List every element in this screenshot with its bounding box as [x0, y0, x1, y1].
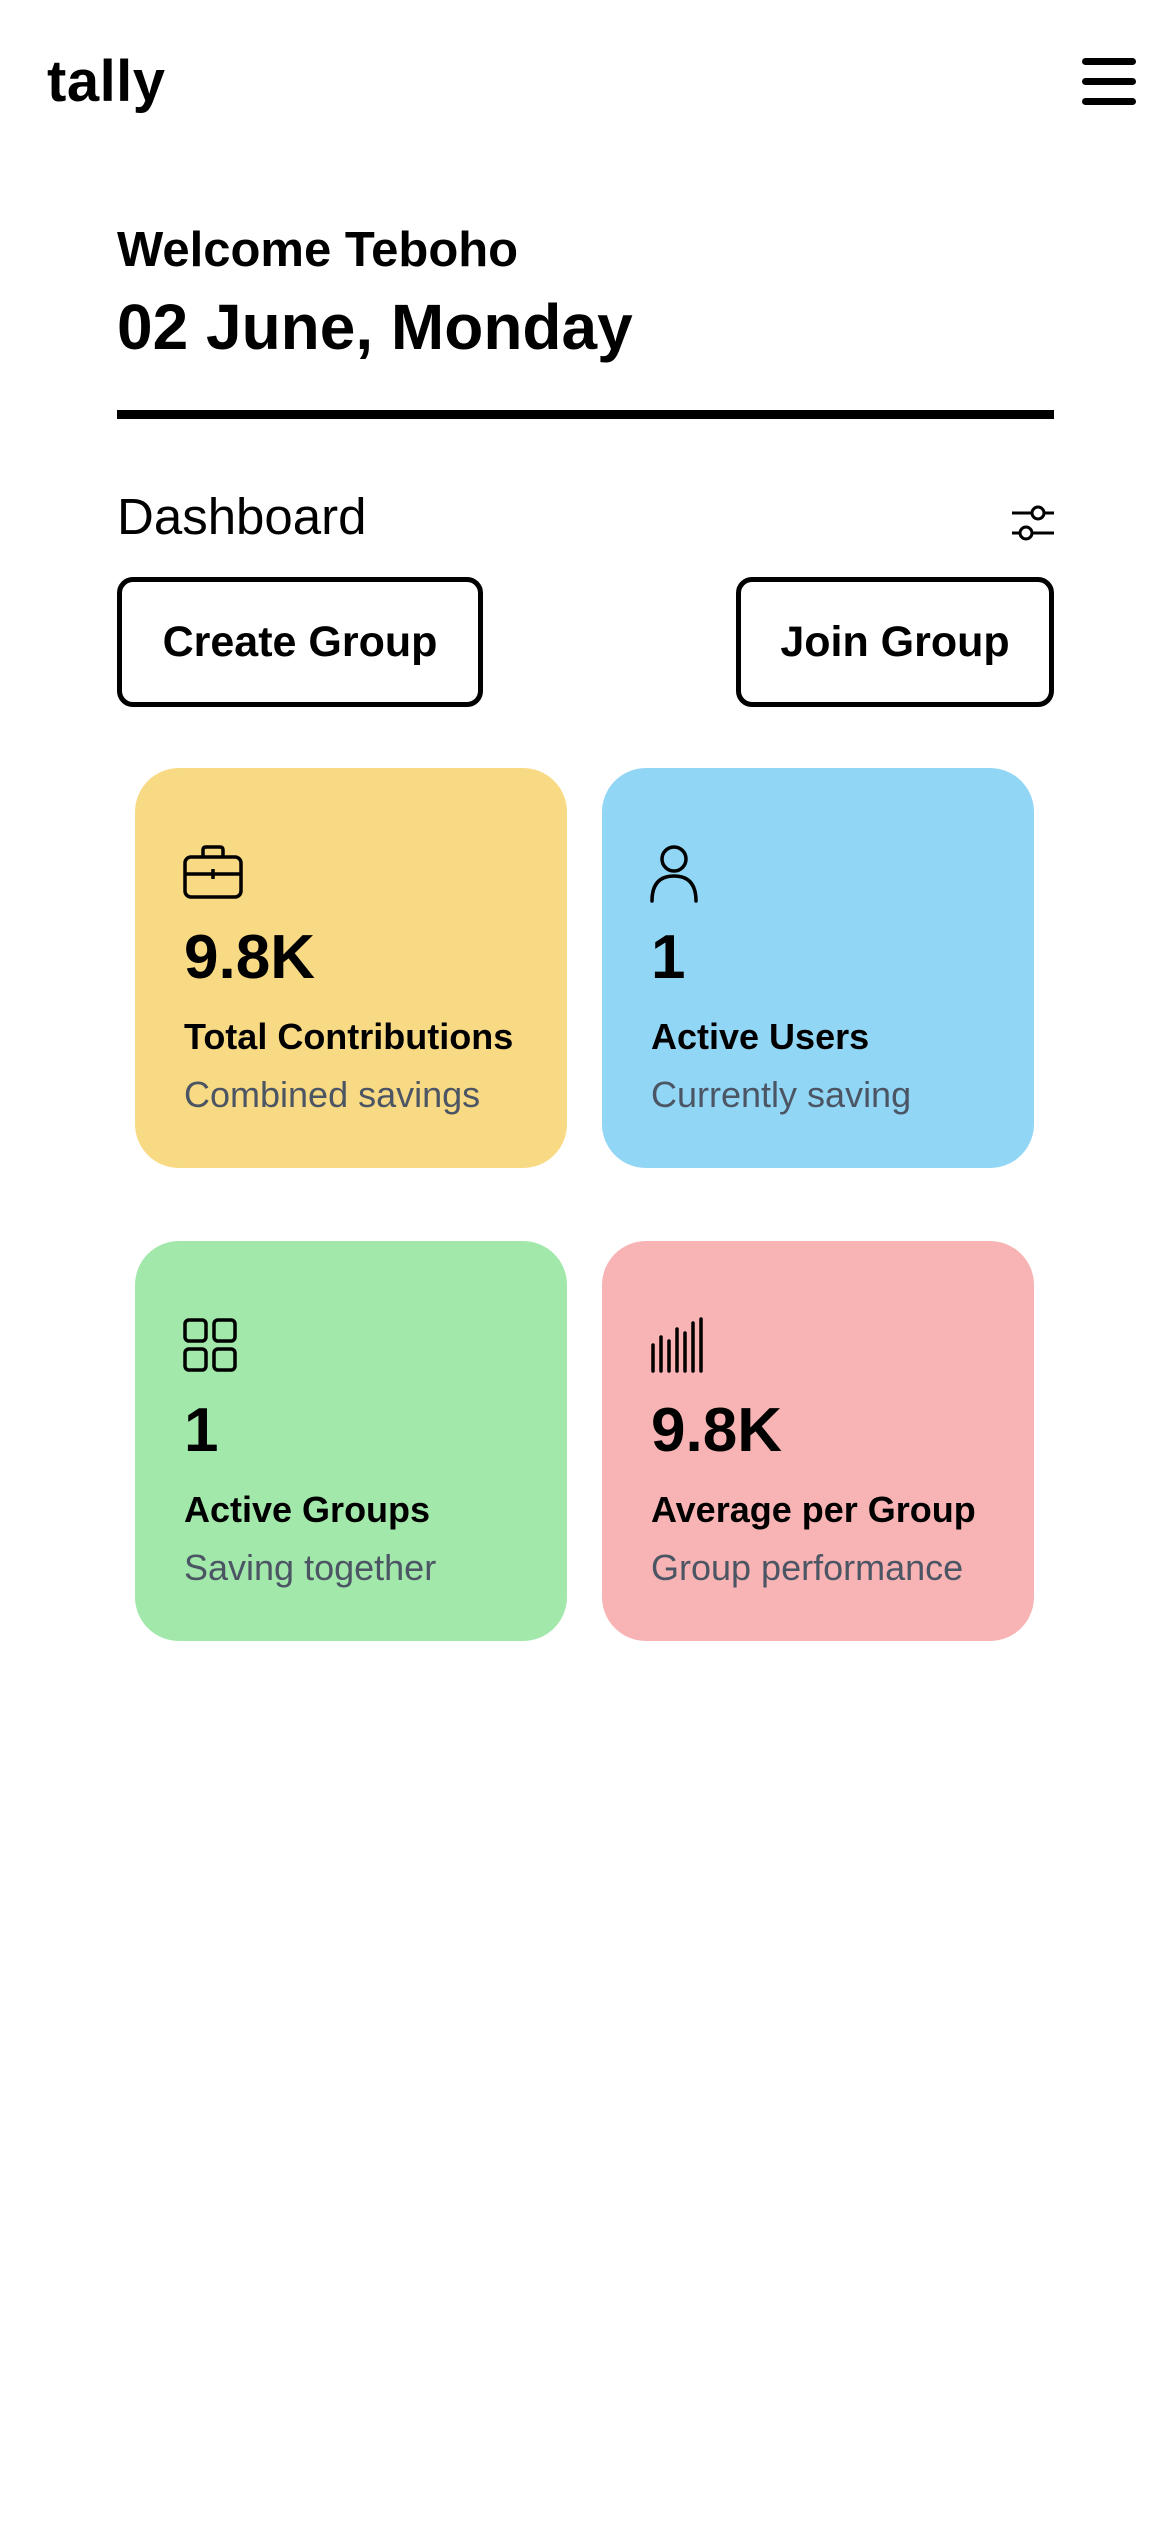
- hamburger-icon-line: [1082, 78, 1136, 85]
- stat-card-total-contributions: 9.8K Total Contributions Combined saving…: [135, 768, 567, 1168]
- user-icon: [649, 844, 699, 909]
- app-logo: tally: [47, 49, 166, 114]
- stat-card-average-per-group: 9.8K Average per Group Group performance: [602, 1241, 1034, 1641]
- stat-value: 1: [651, 923, 686, 992]
- welcome-text: Welcome Teboho: [117, 223, 519, 277]
- hamburger-icon-line: [1082, 58, 1136, 65]
- stat-value: 1: [184, 1396, 219, 1465]
- stat-label: Total Contributions: [184, 1016, 514, 1057]
- section-title: Dashboard: [117, 488, 367, 545]
- date-heading: 02 June, Monday: [117, 291, 633, 363]
- dashboard-screen: tally Welcome Teboho 02 June, Monday Das…: [0, 0, 1170, 2532]
- stat-card-active-users: 1 Active Users Currently saving: [602, 768, 1034, 1168]
- stat-label: Average per Group: [651, 1489, 976, 1530]
- stat-subtext: Saving together: [184, 1547, 437, 1588]
- sliders-icon: [1012, 505, 1054, 541]
- stat-card-active-groups: 1 Active Groups Saving together: [135, 1241, 567, 1641]
- stat-label: Active Users: [651, 1016, 870, 1057]
- stat-value: 9.8K: [184, 923, 315, 992]
- filter-button[interactable]: [1010, 501, 1054, 545]
- stat-label: Active Groups: [184, 1489, 431, 1530]
- hamburger-icon-line: [1082, 98, 1136, 105]
- bar-chart-icon: [649, 1317, 707, 1378]
- stat-subtext: Group performance: [651, 1547, 964, 1588]
- create-group-button[interactable]: Create Group: [117, 577, 483, 707]
- grid-icon: [182, 1317, 238, 1378]
- header-divider: [117, 410, 1054, 419]
- join-group-button[interactable]: Join Group: [736, 577, 1054, 707]
- stat-subtext: Currently saving: [651, 1074, 912, 1115]
- stat-subtext: Combined savings: [184, 1074, 481, 1115]
- briefcase-icon: [182, 844, 244, 905]
- stat-value: 9.8K: [651, 1396, 782, 1465]
- menu-button[interactable]: [1082, 58, 1136, 106]
